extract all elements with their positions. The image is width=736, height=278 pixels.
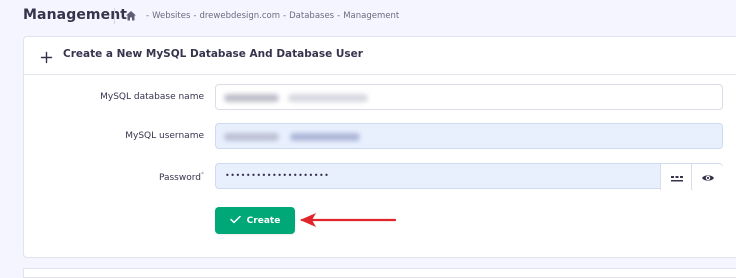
- blurred-value: [224, 133, 279, 141]
- breadcrumb-separator: -: [337, 11, 341, 21]
- breadcrumb-item-domain[interactable]: drewebdesign.com: [199, 11, 280, 21]
- title-divider: [114, 8, 115, 24]
- blurred-value: [224, 94, 279, 102]
- username-input[interactable]: [215, 123, 723, 149]
- breadcrumb-separator: -: [283, 11, 287, 21]
- blurred-value: [288, 94, 368, 102]
- home-icon[interactable]: [125, 10, 137, 22]
- top-bar: Management - Websites - drewebdesign.com…: [0, 0, 736, 32]
- password-label-text: Password: [158, 173, 201, 183]
- annotation-arrow: [300, 213, 397, 227]
- username-label: MySQL username: [125, 131, 204, 141]
- database-name-input[interactable]: [215, 84, 723, 110]
- generate-password-button[interactable]: [660, 164, 692, 190]
- toggle-password-visibility-button[interactable]: [691, 164, 723, 190]
- breadcrumb-separator: -: [146, 11, 150, 21]
- password-value: ••••••••••••••••••••: [225, 171, 330, 180]
- plus-icon[interactable]: [40, 49, 53, 64]
- card-header[interactable]: Create a New MySQL Database And Database…: [24, 37, 736, 75]
- generate-password-icon: [670, 168, 684, 187]
- password-label: Password*: [24, 171, 204, 183]
- next-card-edge: [23, 268, 736, 278]
- breadcrumb-item-websites[interactable]: Websites: [152, 11, 190, 21]
- create-button-label: Create: [246, 215, 281, 226]
- page-title: Management: [23, 7, 128, 23]
- breadcrumb: - Websites - drewebdesign.com - Database…: [125, 8, 399, 24]
- password-input[interactable]: ••••••••••••••••••••: [215, 163, 723, 190]
- breadcrumb-separator: -: [193, 11, 197, 21]
- blurred-value: [290, 133, 360, 141]
- card-title: Create a New MySQL Database And Database…: [63, 48, 363, 60]
- database-name-label: MySQL database name: [100, 92, 204, 102]
- breadcrumb-item-databases[interactable]: Databases: [289, 11, 334, 21]
- required-mark: *: [201, 171, 204, 178]
- eye-icon: [701, 168, 715, 187]
- check-icon: [229, 215, 241, 227]
- breadcrumb-item-management: Management: [343, 11, 400, 21]
